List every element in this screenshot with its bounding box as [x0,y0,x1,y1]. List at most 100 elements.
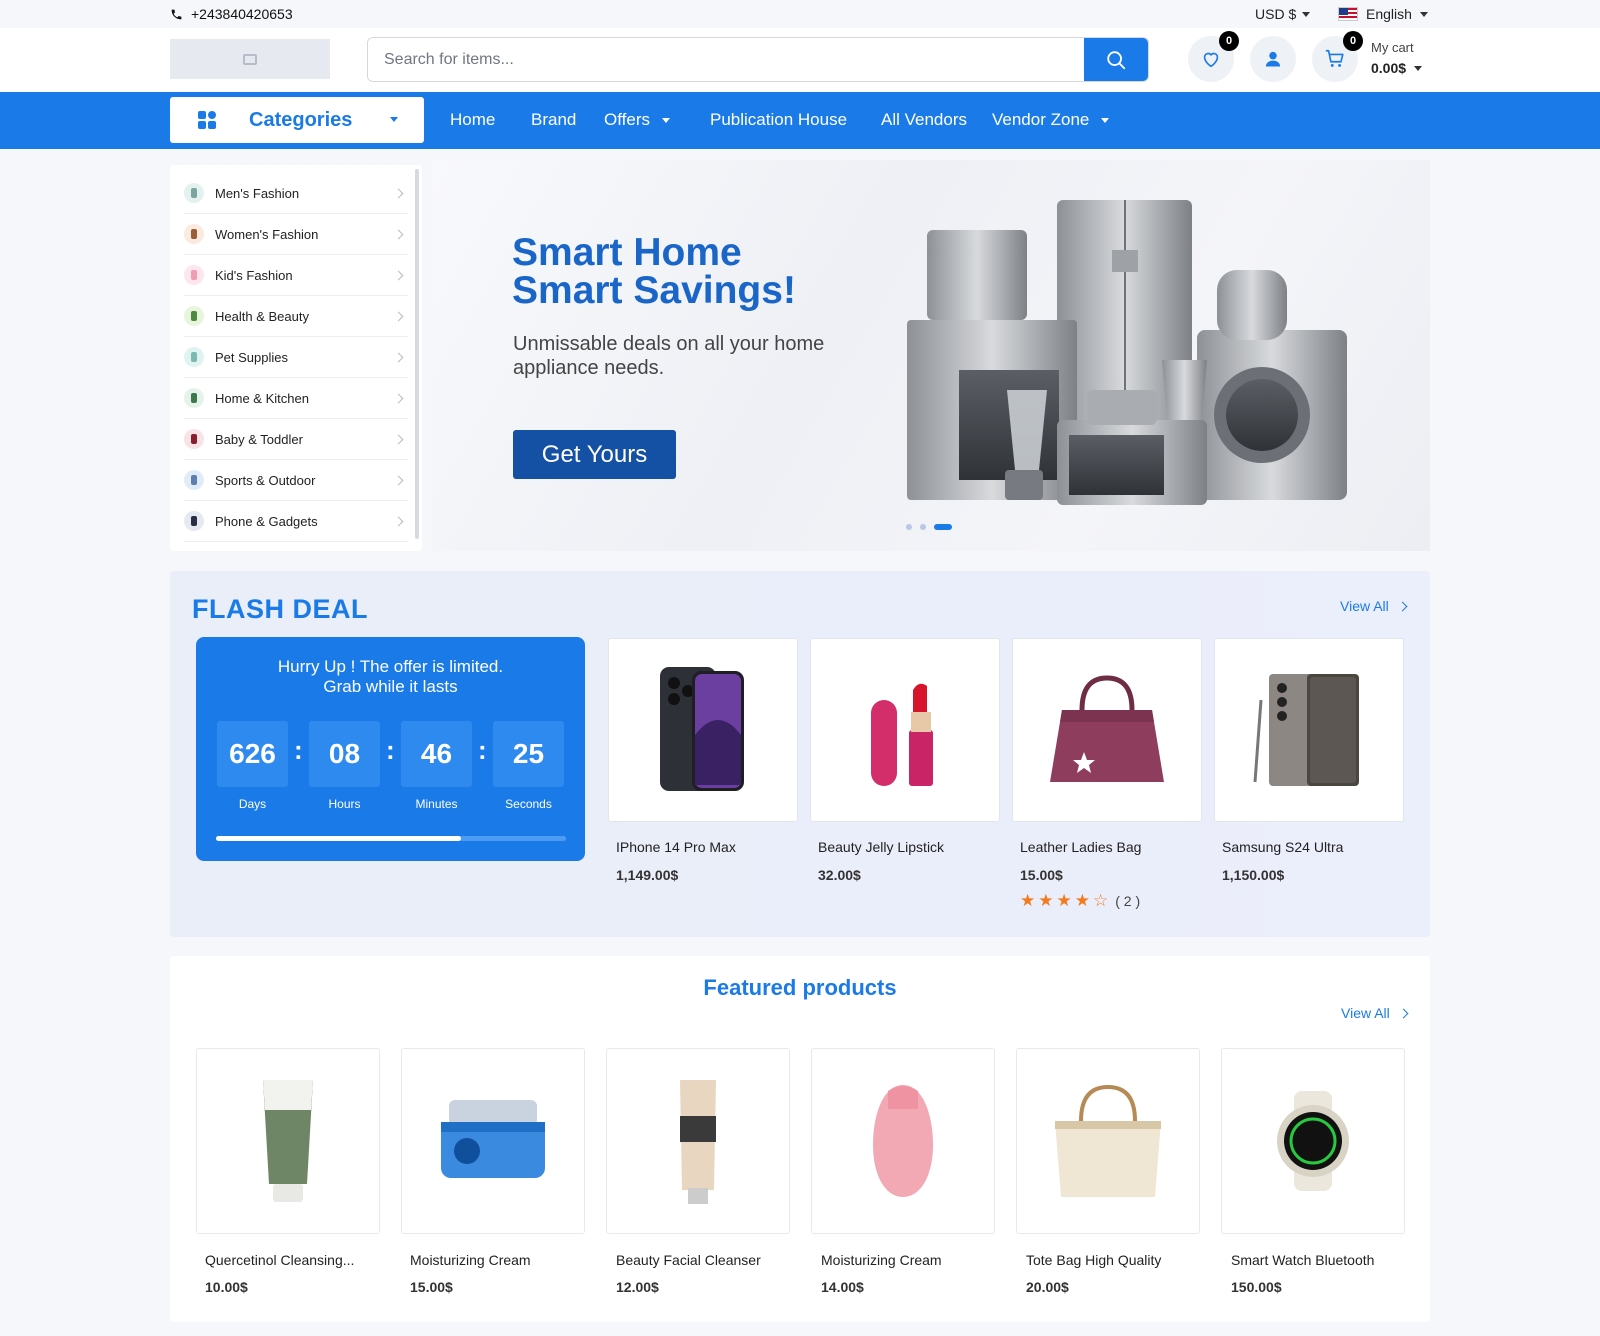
account-button[interactable] [1250,36,1296,82]
chevron-down-icon [390,117,398,122]
categories-dropdown[interactable]: Categories [170,97,424,143]
flash-product-name[interactable]: Samsung S24 Ultra [1222,839,1343,855]
chevron-right-icon [393,188,404,198]
image-placeholder-icon [243,53,257,65]
cart-count-badge: 0 [1343,31,1363,51]
sidebar-item-health-beauty[interactable]: Health & Beauty [184,296,408,337]
featured-view-all-link[interactable]: View All [1341,1005,1409,1021]
nav-offers[interactable]: Offers [604,110,670,130]
phone-icon [171,9,182,19]
sidebar-item-label: Kid's Fashion [215,267,293,283]
chevron-down-icon [1302,11,1311,17]
baby-icon [184,429,204,449]
timer-separator: : [386,735,395,765]
nav-vendor-zone[interactable]: Vendor Zone [992,110,1110,130]
flash-product-price: 15.00$ [1020,867,1063,883]
timer-separator: : [478,735,487,765]
cart-total-value: 0.00$ [1371,60,1407,76]
flash-product-card[interactable] [608,638,798,822]
product-name[interactable]: Moisturizing Cream [821,1252,942,1268]
categories-label: Categories [249,109,353,131]
timer-days-label: Days [238,797,267,811]
flash-product-name[interactable]: Beauty Jelly Lipstick [818,839,944,855]
timer-message-line2: Grab while it lasts [323,677,458,696]
slider-dot[interactable] [906,524,912,530]
slider-dot[interactable] [920,524,926,530]
chevron-down-icon [661,117,670,123]
currency-selector[interactable]: USD $ [1255,6,1311,22]
flash-product-name[interactable]: IPhone 14 Pro Max [616,839,736,855]
slider-dots [906,524,952,530]
phone-contact[interactable]: +243840420653 [170,6,293,22]
sidebar-item-home-kitchen[interactable]: Home & Kitchen [184,378,408,419]
sidebar-item-pet-supplies[interactable]: Pet Supplies [184,337,408,378]
countdown-timer: Hurry Up ! The offer is limited. Grab wh… [196,637,585,861]
lipstick-image [871,683,933,786]
search-button[interactable] [1084,38,1148,81]
sidebar-scrollbar[interactable] [415,169,419,539]
product-card[interactable] [811,1048,995,1234]
chevron-right-icon [393,516,404,526]
sidebar-item-phone-gadgets[interactable]: Phone & Gadgets [184,501,408,542]
banner-subtitle: Unmissable deals on all your home applia… [513,333,825,379]
offer-progress-fill [216,836,461,841]
view-all-label: View All [1340,598,1389,614]
product-name[interactable]: Tote Bag High Quality [1026,1252,1161,1268]
flash-product-card[interactable] [1012,638,1202,822]
cosmetics-icon [184,306,204,326]
category-sidebar: Men's Fashion Women's Fashion Kid's Fash… [170,165,422,551]
product-name[interactable]: Beauty Facial Cleanser [616,1252,761,1268]
cart-button[interactable]: 0 [1312,31,1363,82]
flash-product-price: 1,149.00$ [616,867,679,883]
flash-product-card[interactable] [1214,638,1404,822]
nav-brand-label: Brand [531,110,577,129]
star-icon: ★ [1074,891,1090,910]
nav-all-vendors[interactable]: All Vendors [881,110,967,130]
flash-product-card[interactable] [810,638,1000,822]
get-yours-button[interactable]: Get Yours [513,430,676,479]
cream-jar-image [441,1100,545,1178]
cart-label: My cart [1371,40,1414,55]
sidebar-item-mens-fashion[interactable]: Men's Fashion [184,173,408,214]
product-name[interactable]: Quercetinol Cleansing... [205,1252,354,1268]
main-nav: Categories Home Brand Offers Publication… [0,92,1600,149]
timer-hours-label: Hours [328,797,361,811]
sidebar-item-label: Sports & Outdoor [215,472,316,488]
timer-seconds-label: Seconds [505,797,552,811]
cart-total-dropdown[interactable]: 0.00$ [1371,60,1423,76]
nav-publication-house[interactable]: Publication House [710,110,847,130]
nav-brand[interactable]: Brand [531,110,576,130]
search-input[interactable] [368,38,1082,81]
product-card[interactable] [401,1048,585,1234]
featured-products-section: Featured products View All Quercetinol C… [170,956,1430,1322]
sidebar-item-label: Health & Beauty [215,308,309,324]
product-price: 150.00$ [1231,1279,1282,1295]
hero-banner[interactable]: Smart Home Smart Savings! Unmissable dea… [432,160,1430,551]
nav-all-vendors-label: All Vendors [881,110,967,129]
language-selector[interactable]: English [1338,6,1428,22]
product-card[interactable] [1016,1048,1200,1234]
sidebar-item-womens-fashion[interactable]: Women's Fashion [184,214,408,255]
product-card[interactable] [196,1048,380,1234]
search-icon [1107,50,1126,69]
sidebar-item-kids-fashion[interactable]: Kid's Fashion [184,255,408,296]
nav-vendor-zone-label: Vendor Zone [992,110,1090,129]
flash-product-name[interactable]: Leather Ladies Bag [1020,839,1141,855]
product-name[interactable]: Smart Watch Bluetooth [1231,1252,1374,1268]
product-card[interactable] [1221,1048,1405,1234]
site-logo[interactable] [170,39,330,79]
product-name[interactable]: Moisturizing Cream [410,1252,531,1268]
sidebar-item-label: Men's Fashion [215,185,300,201]
slider-dot-active[interactable] [934,524,952,530]
tote-bag-image [1055,1084,1161,1197]
wishlist-button[interactable]: 0 [1188,31,1239,82]
top-bar: +243840420653 USD $ English [0,0,1600,28]
sidebar-item-baby-toddler[interactable]: Baby & Toddler [184,419,408,460]
sidebar-item-sports-outdoor[interactable]: Sports & Outdoor [184,460,408,501]
flash-deal-title: FLASH DEAL [192,594,368,624]
half-star-icon: ☆ [1093,891,1109,910]
product-price: 15.00$ [410,1279,453,1295]
flash-view-all-link[interactable]: View All [1340,598,1408,614]
product-card[interactable] [606,1048,790,1234]
nav-home[interactable]: Home [450,110,495,130]
